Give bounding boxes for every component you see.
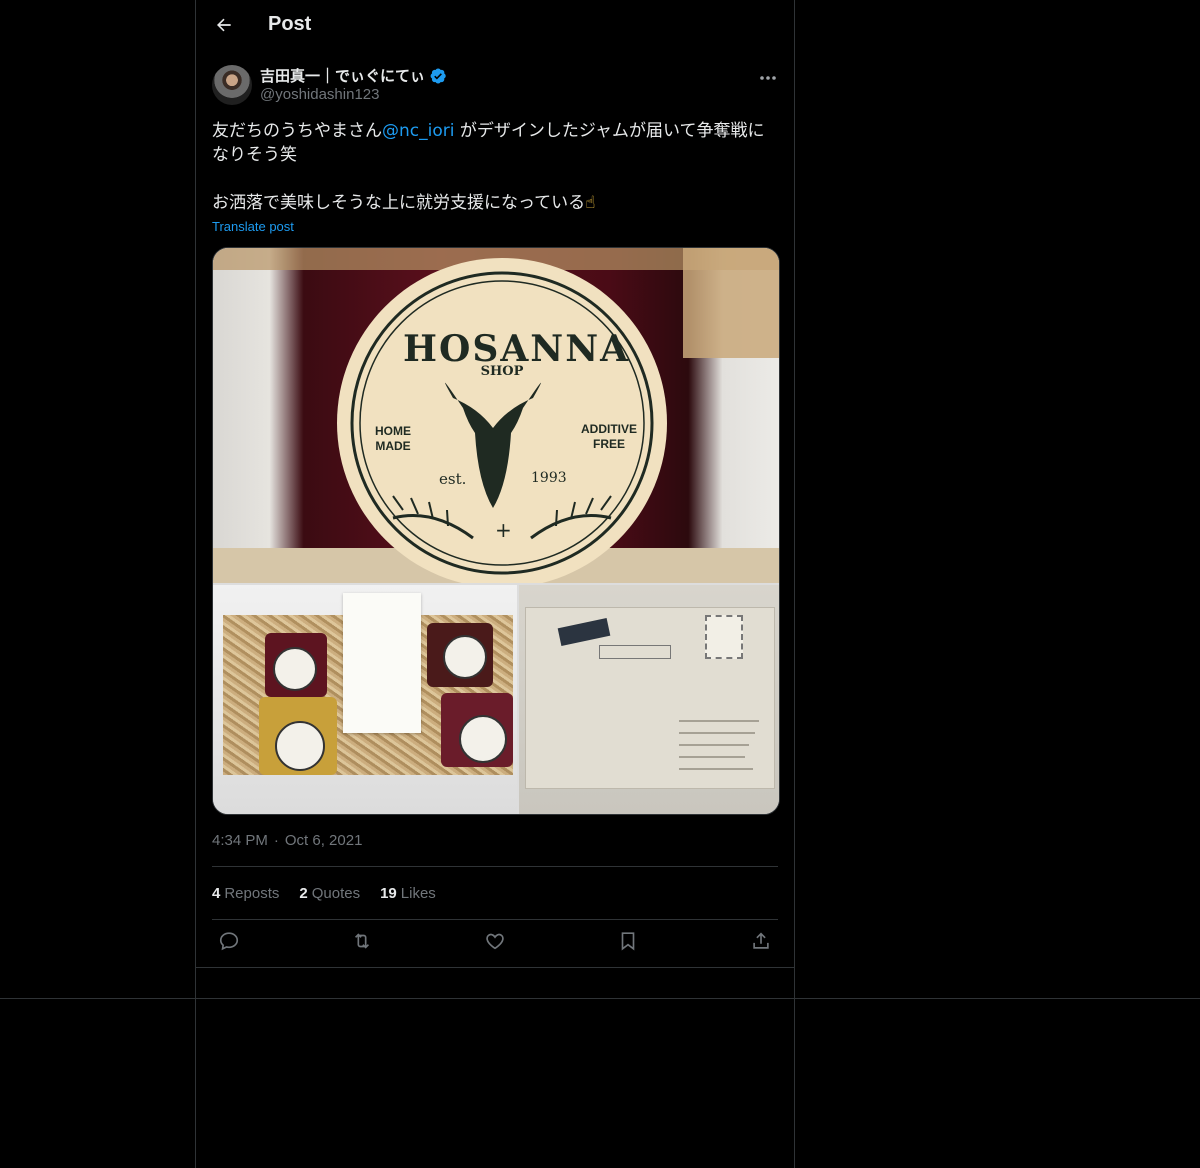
- post-time[interactable]: 4:34 PM: [212, 832, 268, 849]
- logo-est: est.: [439, 470, 467, 488]
- post-actions: [212, 929, 778, 957]
- divider: [212, 866, 778, 867]
- jar-label: [459, 715, 507, 763]
- post-date[interactable]: Oct 6, 2021: [285, 832, 363, 849]
- repost-button[interactable]: [345, 929, 379, 957]
- translate-post-link[interactable]: Translate post: [212, 219, 294, 234]
- post-text-line2: お洒落で美味しそうな上に就労支援になっている: [212, 193, 586, 213]
- jar-label: [443, 635, 487, 679]
- logo-right: ADDITIVE FREE: [580, 422, 637, 451]
- page-title: Post: [268, 13, 312, 35]
- postage-stamp: [705, 615, 743, 659]
- special-delivery-envelope-image[interactable]: [519, 585, 779, 814]
- share-button[interactable]: [744, 929, 778, 957]
- post-header: Post: [196, 0, 794, 53]
- avatar[interactable]: [212, 65, 252, 105]
- repost-icon: [351, 930, 373, 956]
- jam-jar-closeup-image[interactable]: HOSANNA SHOP HOME MADE ADDITIVE FREE est…: [213, 248, 779, 583]
- logo-year: 1993: [531, 470, 567, 486]
- reposts-label: Reposts: [224, 885, 280, 902]
- likes-count: 19: [380, 885, 397, 902]
- mention-link[interactable]: @nc_iori: [382, 121, 454, 141]
- script-line: [679, 732, 755, 734]
- quotes-count: 2: [299, 885, 308, 902]
- author-name-row[interactable]: 吉田真一｜でぃぐにてぃ: [260, 65, 447, 86]
- reposts-stat[interactable]: 4 Reposts: [212, 885, 279, 902]
- pointing-up-emoji: ☝: [585, 193, 596, 213]
- quotes-stat[interactable]: 2 Quotes: [299, 885, 360, 902]
- quotes-label: Quotes: [311, 885, 361, 902]
- more-options-button[interactable]: [756, 64, 780, 86]
- jar-label: [275, 721, 325, 771]
- logo-shop: SHOP: [480, 364, 524, 379]
- more-icon: [759, 66, 777, 85]
- page-divider: [0, 998, 1200, 999]
- author-display-name[interactable]: 吉田真一｜でぃぐにてぃ: [260, 65, 425, 86]
- post-timestamp[interactable]: 4:34 PM · Oct 6, 2021: [212, 832, 362, 849]
- script-line: [679, 720, 759, 722]
- message-card: [343, 593, 421, 733]
- post-text-part1: 友だちのうちやまさん: [212, 121, 382, 141]
- post-stats: 4 Reposts 2 Quotes 19 Likes: [212, 885, 436, 902]
- like-icon: [484, 930, 506, 956]
- reply-button[interactable]: [212, 929, 246, 957]
- post-column: Post 吉田真一｜でぃぐにてぃ @yoshidashin123 友だちのうちや…: [195, 0, 795, 1168]
- likes-label: Likes: [400, 885, 436, 902]
- share-icon: [750, 930, 772, 956]
- divider: [212, 919, 778, 920]
- post-media[interactable]: HOSANNA SHOP HOME MADE ADDITIVE FREE est…: [212, 247, 780, 815]
- script-line: [679, 744, 749, 746]
- script-line: [679, 756, 745, 758]
- jar-label: [273, 647, 317, 691]
- bookmark-icon: [617, 930, 639, 956]
- handle-with-care-box: [599, 645, 671, 659]
- logo-left: HOME MADE: [375, 424, 411, 453]
- author-handle[interactable]: @yoshidashin123: [260, 86, 379, 103]
- arrow-left-icon: [214, 15, 234, 39]
- post-body: 友だちのうちやまさん@nc_iori がデザインしたジャムが届いて争奪戦になりそ…: [212, 119, 772, 215]
- reposts-count: 4: [212, 885, 221, 902]
- verified-badge-icon: [429, 67, 447, 85]
- likes-stat[interactable]: 19 Likes: [380, 885, 436, 902]
- logo-cross: +: [495, 518, 512, 542]
- back-button[interactable]: [210, 13, 238, 41]
- script-line: [679, 768, 753, 770]
- timestamp-separator: ·: [273, 832, 279, 849]
- bookmark-button[interactable]: [611, 929, 645, 957]
- jam-gift-box-image[interactable]: [213, 585, 517, 814]
- like-button[interactable]: [478, 929, 512, 957]
- column-bottom-border: [196, 967, 794, 968]
- reply-icon: [218, 930, 240, 956]
